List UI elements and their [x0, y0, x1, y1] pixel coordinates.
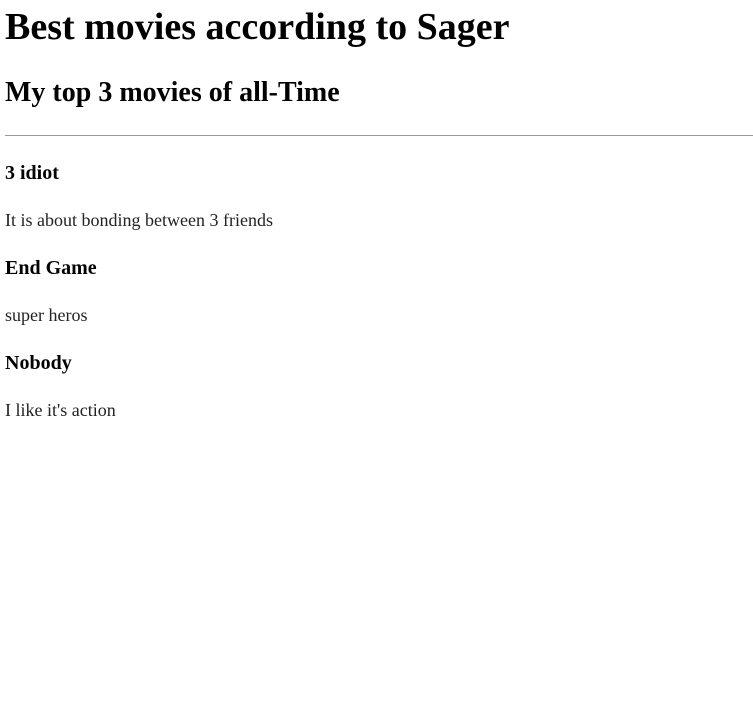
page: Best movies according to Sager My top 3 …: [0, 0, 753, 708]
movie-item: End Game super heros: [5, 231, 753, 326]
movie-list: 3 idiot It is about bonding between 3 fr…: [5, 136, 753, 421]
movie-item: Nobody I like it's action: [5, 326, 753, 421]
movie-title: End Game: [5, 257, 97, 279]
page-title: Best movies according to Sager: [5, 6, 510, 48]
movie-description: It is about bonding between 3 friends: [5, 210, 273, 230]
page-subtitle: My top 3 movies of all-Time: [5, 77, 340, 108]
movie-item: 3 idiot It is about bonding between 3 fr…: [5, 136, 753, 231]
movie-description: super heros: [5, 305, 88, 325]
movie-title: 3 idiot: [5, 162, 59, 184]
movie-description: I like it's action: [5, 400, 116, 420]
movie-title: Nobody: [5, 352, 72, 374]
